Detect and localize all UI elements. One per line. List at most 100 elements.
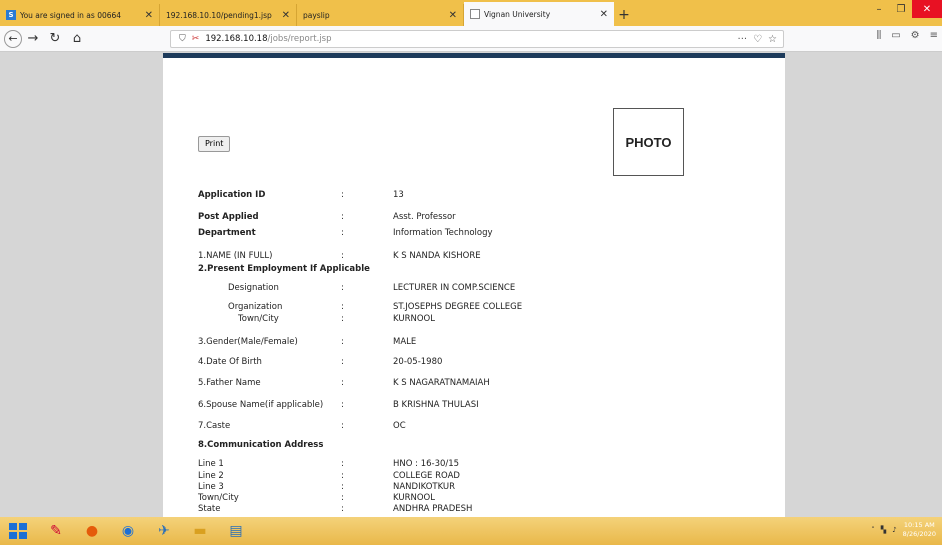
detail-value: LECTURER IN COMP.SCIENCE xyxy=(393,283,516,293)
windows-taskbar: ✎ ● ◉ ✈ ▬ ▤ ˄ ▚ ♪ 10:15 AM 8/26/2020 xyxy=(0,517,942,545)
detail-value: K S NANDA KISHORE xyxy=(393,251,481,261)
detail-value: HNO : 16-30/15 xyxy=(393,459,460,469)
network-tool-icon[interactable]: ✈ xyxy=(152,520,176,542)
detail-row: 6.Spouse Name(if applicable): B KRISHNA T… xyxy=(198,399,758,411)
detail-label: 7.Caste xyxy=(198,421,231,431)
system-tray: ˄ ▚ ♪ 10:15 AM 8/26/2020 xyxy=(871,521,936,539)
volume-icon[interactable]: ♪ xyxy=(892,526,896,534)
toolbar-right: ⫼ ▭ ⚙ ≡ xyxy=(877,30,938,41)
detail-row: Department: Information Technology xyxy=(198,227,758,239)
detail-row: 5.Father Name: K S NAGARATNAMAIAH xyxy=(198,377,758,389)
page-actions-icon[interactable]: ··· xyxy=(738,34,748,45)
firefox-icon[interactable]: ● xyxy=(80,520,104,542)
menu-icon[interactable]: ≡ xyxy=(930,30,938,41)
tab-signed-in[interactable]: S You are signed in as 00664 ✕ xyxy=(0,4,160,26)
notes-app-icon[interactable]: ▤ xyxy=(224,520,248,542)
minimize-icon[interactable]: – xyxy=(868,0,890,18)
detail-row: 3.Gender(Male/Female): MALE xyxy=(198,336,758,348)
detail-value: ANDHRA PRADESH xyxy=(393,504,473,514)
detail-row: Organization: ST.JOSEPHS DEGREE COLLEGE xyxy=(198,301,758,313)
detail-label: 1.NAME (IN FULL) xyxy=(198,251,273,261)
detail-row: 2.Present Employment If Applicable xyxy=(198,263,758,275)
tab-label: Vignan University xyxy=(484,9,551,19)
browser-tab-bar: S You are signed in as 00664 ✕ 192.168.1… xyxy=(0,0,942,26)
tab-pending[interactable]: 192.168.10.10/pending1.jsp ✕ xyxy=(160,4,297,26)
reload-icon[interactable]: ↻ xyxy=(44,28,66,50)
insecure-lock-icon: ✂ xyxy=(191,34,200,44)
window-close-icon[interactable]: ✕ xyxy=(912,0,942,18)
detail-value: OC xyxy=(393,421,406,431)
close-icon[interactable]: ✕ xyxy=(600,9,608,20)
detail-row: 8.Communication Address xyxy=(198,439,758,451)
separator-colon: : xyxy=(341,357,344,367)
detail-value: MALE xyxy=(393,337,417,347)
detail-row: 7.Caste: OC xyxy=(198,420,758,432)
detail-value: 13 xyxy=(393,190,404,200)
address-bar[interactable]: ⛉ ✂ 192.168.10.18 /jobs/report.jsp ··· ♡… xyxy=(170,30,784,48)
tab-label: payslip xyxy=(303,10,330,20)
close-icon[interactable]: ✕ xyxy=(145,10,153,21)
separator-colon: : xyxy=(341,212,344,222)
clock[interactable]: 10:15 AM 8/26/2020 xyxy=(903,521,936,539)
media-player-icon[interactable]: ◉ xyxy=(116,520,140,542)
site-favicon-icon: S xyxy=(6,10,16,20)
detail-row: Post Applied: Asst. Professor xyxy=(198,211,758,223)
detail-row: Application ID: 13 xyxy=(198,189,758,201)
bookmark-star-icon[interactable]: ☆ xyxy=(768,34,777,45)
file-explorer-icon[interactable]: ▬ xyxy=(188,520,212,542)
detail-value: Information Technology xyxy=(393,228,493,238)
separator-colon: : xyxy=(341,378,344,388)
report-page: Print PHOTO Application ID: 13 Post Applie… xyxy=(163,53,785,517)
detail-row: Designation: LECTURER IN COMP.SCIENCE xyxy=(198,282,758,294)
show-hidden-icon[interactable]: ˄ xyxy=(871,526,875,534)
detail-row: State: ANDHRA PRADESH xyxy=(198,503,758,515)
separator-colon: : xyxy=(341,421,344,431)
detail-label: 6.Spouse Name(if applicable) xyxy=(198,400,324,410)
detail-row: Town/City: KURNOOL xyxy=(198,313,758,325)
content-area: Print PHOTO Application ID: 13 Post Applie… xyxy=(0,53,942,517)
print-button[interactable]: Print xyxy=(198,136,231,152)
detail-row: 1.NAME (IN FULL): K S NANDA KISHORE xyxy=(198,250,758,262)
library-icon[interactable]: ⫼ xyxy=(877,30,882,41)
clock-date: 8/26/2020 xyxy=(902,530,936,538)
detail-label: State xyxy=(198,504,221,514)
detail-label: 2.Present Employment If Applicable xyxy=(198,264,370,274)
separator-colon: : xyxy=(341,302,344,312)
detail-row: Line 1: HNO : 16-30/15 xyxy=(198,458,758,470)
tab-vignan-university[interactable]: Vignan University ✕ xyxy=(464,2,614,26)
detail-label: Organization xyxy=(228,302,283,312)
url-path: /jobs/report.jsp xyxy=(267,34,332,44)
extension-icon[interactable]: ⚙ xyxy=(911,30,920,41)
paint-app-icon[interactable]: ✎ xyxy=(44,520,68,542)
close-icon[interactable]: ✕ xyxy=(282,10,290,21)
window-controls: – ❐ ✕ xyxy=(868,0,942,18)
new-tab-button[interactable]: + xyxy=(614,4,634,26)
detail-label: 8.Communication Address xyxy=(198,440,324,450)
detail-value: KURNOOL xyxy=(393,314,435,324)
network-icon[interactable]: ▚ xyxy=(881,526,886,534)
detail-label: Department xyxy=(198,228,256,238)
home-icon[interactable]: ⌂ xyxy=(66,28,88,50)
page-favicon-icon xyxy=(470,9,480,19)
clock-time: 10:15 AM xyxy=(903,521,935,529)
detail-label: Designation xyxy=(228,283,279,293)
forward-arrow-icon[interactable]: → xyxy=(22,28,44,50)
separator-colon: : xyxy=(341,283,344,293)
separator-colon: : xyxy=(341,190,344,200)
back-arrow-icon[interactable]: ← xyxy=(4,29,22,48)
separator-colon: : xyxy=(341,228,344,238)
detail-value: Asst. Professor xyxy=(393,212,456,222)
detail-label: Line 1 xyxy=(198,459,224,469)
start-button[interactable] xyxy=(6,520,32,542)
detail-label: 4.Date Of Birth xyxy=(198,357,262,367)
detail-value: K S NAGARATNAMAIAH xyxy=(393,378,490,388)
separator-colon: : xyxy=(341,251,344,261)
close-icon[interactable]: ✕ xyxy=(449,10,457,21)
sidebar-icon[interactable]: ▭ xyxy=(891,30,900,41)
detail-value: 20-05-1980 xyxy=(393,357,443,367)
maximize-icon[interactable]: ❐ xyxy=(890,0,912,18)
tab-payslip[interactable]: payslip ✕ xyxy=(297,4,464,26)
pocket-icon[interactable]: ♡ xyxy=(753,34,762,45)
url-host: 192.168.10.18 xyxy=(205,34,268,44)
detail-value: ST.JOSEPHS DEGREE COLLEGE xyxy=(393,302,523,312)
